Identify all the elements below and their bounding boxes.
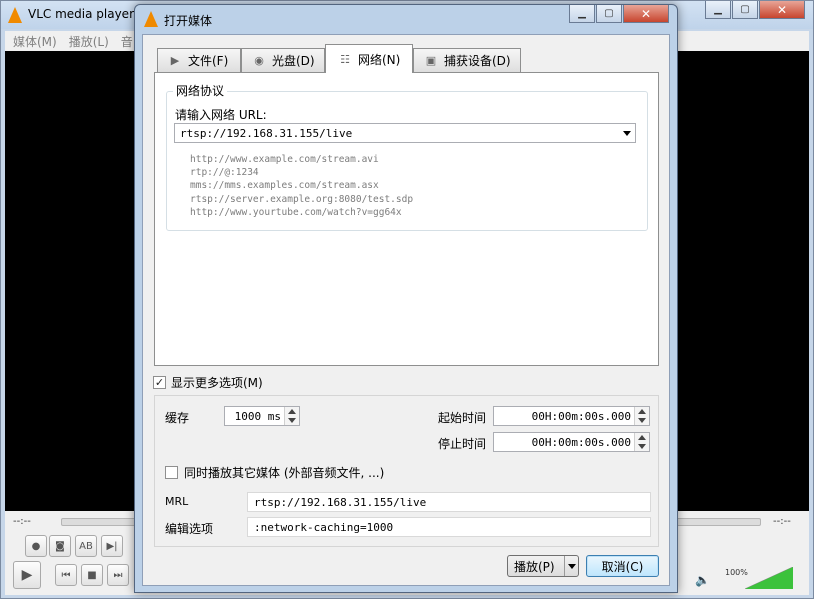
example-url: http://www.example.com/stream.avi (190, 154, 379, 165)
play-icon: ▶ (21, 567, 33, 583)
network-protocol-title: 网络协议 (173, 82, 228, 99)
speaker-icon: 🔈 (695, 573, 710, 587)
cache-spinbox[interactable]: 1000 ms (224, 406, 300, 426)
play-button-label: 播放(P) (514, 559, 555, 574)
spin-up-icon[interactable] (288, 409, 296, 414)
example-url: rtp://@:1234 (190, 167, 259, 179)
vlc-maximize-button[interactable]: ▢ (732, 1, 758, 19)
vlc-minimize-button[interactable]: ▁ (705, 1, 731, 19)
spin-down-icon[interactable] (638, 418, 646, 423)
menu-audio[interactable]: 音 (121, 33, 133, 50)
start-time-label: 起始时间 (438, 411, 487, 425)
dialog-title: 打开媒体 (164, 14, 213, 28)
capture-device-icon: ▣ (425, 54, 437, 67)
spin-up-icon[interactable] (638, 435, 646, 440)
url-value: rtsp://192.168.31.155/live (180, 127, 353, 140)
network-icon: ☷ (340, 52, 350, 66)
vlc-close-button[interactable]: ✕ (759, 1, 805, 19)
disc-icon: ◉ (254, 54, 264, 67)
file-icon: ▶ (170, 54, 180, 67)
tab-network-label: 网络(N) (358, 52, 401, 67)
mrl-label: MRL (165, 495, 189, 508)
start-time-value: 00H:00m:00s.000 (531, 410, 631, 423)
previous-icon: ⏮ (61, 569, 71, 581)
camera-icon: ◙ (55, 540, 65, 552)
url-combobox[interactable]: rtsp://192.168.31.155/live (174, 123, 636, 143)
example-url: mms://mms.examples.com/stream.asx (190, 180, 379, 192)
sync-media-option[interactable]: 同时播放其它媒体 (外部音频文件, ...) (165, 464, 384, 481)
show-more-checkbox[interactable]: ✓ (153, 376, 166, 389)
frame-step-icon: ▶| (106, 540, 118, 552)
show-more-options[interactable]: ✓ 显示更多选项(M) (153, 374, 263, 391)
stop-time-label: 停止时间 (438, 437, 487, 451)
tab-disc-label: 光盘(D) (272, 54, 315, 68)
tab-network[interactable]: ☷ 网络(N) (325, 44, 413, 73)
next-icon: ⏭ (113, 569, 123, 581)
previous-button[interactable]: ⏮ (55, 564, 77, 586)
spin-down-icon[interactable] (638, 444, 646, 449)
sync-media-checkbox[interactable] (165, 466, 178, 479)
volume-slider[interactable] (745, 567, 793, 589)
open-media-dialog: 打开媒体 ▁ ▢ ✕ ▶ 文件(F) ◉ 光盘(D) ☷ 网络(N) ▣ 捕获设… (134, 4, 678, 593)
dialog-close-button[interactable]: ✕ (623, 5, 669, 23)
show-more-label: 显示更多选项(M) (171, 376, 263, 390)
tab-disc[interactable]: ◉ 光盘(D) (241, 48, 325, 72)
cache-spin-arrows[interactable] (284, 407, 299, 425)
stop-icon: ■ (87, 569, 97, 581)
tab-file[interactable]: ▶ 文件(F) (157, 48, 241, 72)
cancel-button-label: 取消(C) (601, 559, 644, 574)
time-total: --:-- (773, 516, 791, 527)
menu-media[interactable]: 媒体(M) (13, 33, 57, 50)
mrl-field[interactable]: rtsp://192.168.31.155/live (247, 492, 651, 512)
loop-ab-icon: AB (79, 540, 93, 552)
dialog-minimize-button[interactable]: ▁ (569, 5, 595, 23)
vlc-cone-icon (144, 11, 158, 27)
menu-playback[interactable]: 播放(L) (69, 33, 109, 50)
sync-media-label: 同时播放其它媒体 (外部音频文件, ...) (184, 466, 385, 480)
dialog-titlebar: 打开媒体 ▁ ▢ ✕ (135, 5, 677, 33)
vlc-window-title: VLC media player (28, 7, 135, 21)
stop-button[interactable]: ■ (81, 564, 103, 586)
tab-file-label: 文件(F) (188, 54, 229, 68)
url-label: 请输入网络 URL: (175, 108, 267, 122)
cancel-button[interactable]: 取消(C) (586, 555, 659, 577)
cache-value: 1000 ms (234, 410, 281, 423)
stop-time-spinbox[interactable]: 00H:00m:00s.000 (493, 432, 650, 452)
example-url: rtsp://server.example.org:8080/test.sdp (190, 193, 414, 205)
dialog-maximize-button[interactable]: ▢ (596, 5, 622, 23)
loop-ab-button[interactable]: AB (75, 535, 97, 557)
time-elapsed: --:-- (13, 516, 31, 527)
edit-options-value: :network-caching=1000 (254, 521, 394, 534)
vlc-cone-icon (8, 7, 22, 23)
play-button[interactable]: ▶ (13, 561, 41, 589)
example-url: http://www.yourtube.com/watch?v=gg64x (190, 206, 402, 218)
start-spin-arrows[interactable] (634, 407, 649, 425)
record-button[interactable]: ● (25, 535, 47, 557)
spin-up-icon[interactable] (638, 409, 646, 414)
url-examples: http://www.example.com/stream.avi rtp://… (190, 153, 413, 219)
play-split-button[interactable]: 播放(P) (507, 555, 579, 577)
frame-step-button[interactable]: ▶| (101, 535, 123, 557)
next-button[interactable]: ⏭ (107, 564, 129, 586)
cache-label: 缓存 (165, 411, 190, 425)
dropdown-arrow-icon[interactable] (623, 131, 631, 136)
start-time-spinbox[interactable]: 00H:00m:00s.000 (493, 406, 650, 426)
stop-spin-arrows[interactable] (634, 433, 649, 451)
tab-capture-label: 捕获设备(D) (444, 54, 511, 68)
play-dropdown[interactable] (564, 556, 578, 576)
mrl-value: rtsp://192.168.31.155/live (254, 496, 427, 509)
network-tab-panel: 网络协议 请输入网络 URL: rtsp://192.168.31.155/li… (154, 72, 659, 366)
dropdown-arrow-icon (568, 564, 576, 569)
stop-time-value: 00H:00m:00s.000 (531, 436, 631, 449)
edit-options-field[interactable]: :network-caching=1000 (247, 517, 651, 537)
advanced-options-panel: 缓存 1000 ms 起始时间 00H:00m:00s.000 停止时间 00H… (154, 395, 659, 547)
record-icon: ● (31, 540, 41, 552)
edit-options-label: 编辑选项 (165, 522, 214, 536)
tab-capture-device[interactable]: ▣ 捕获设备(D) (413, 48, 521, 72)
snapshot-button[interactable]: ◙ (49, 535, 71, 557)
dialog-client-area: ▶ 文件(F) ◉ 光盘(D) ☷ 网络(N) ▣ 捕获设备(D) 网络协议 请… (142, 34, 670, 586)
spin-down-icon[interactable] (288, 418, 296, 423)
